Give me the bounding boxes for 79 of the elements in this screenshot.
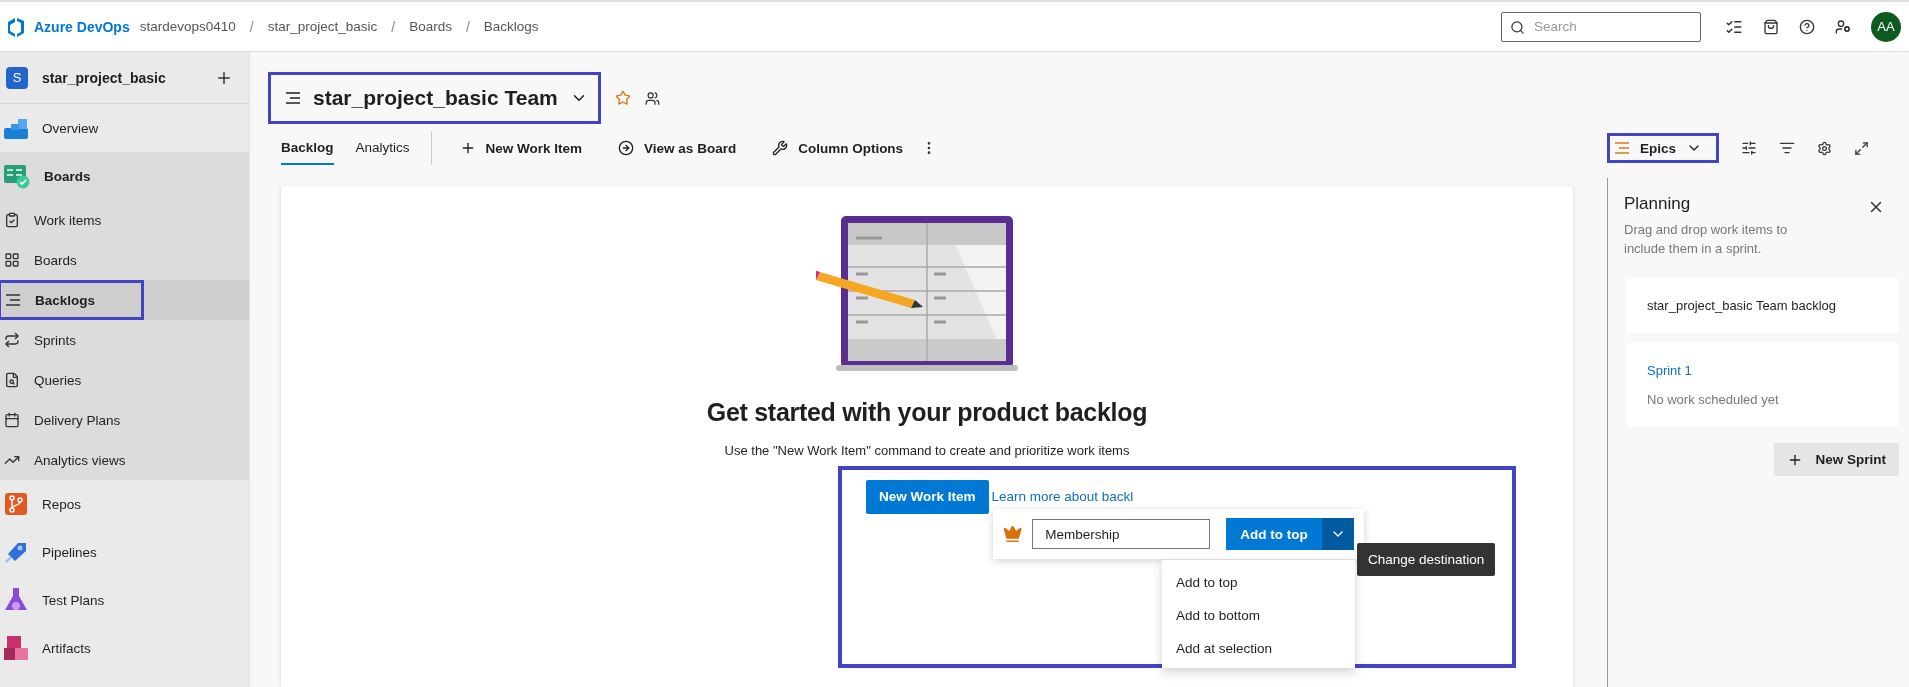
branch-icon [4, 492, 28, 516]
rocket-icon [4, 540, 28, 564]
nav-item[interactable]: Pipelines [0, 528, 249, 576]
nav-item[interactable]: Work items [0, 200, 249, 240]
flask-icon [4, 587, 28, 613]
nav-item[interactable]: Test Plans [0, 576, 249, 624]
nav-item[interactable]: Analytics views [0, 440, 249, 480]
bag-icon[interactable] [1763, 18, 1779, 35]
product-name[interactable]: Azure DevOps [34, 18, 130, 35]
menu-item[interactable]: Add to top [1162, 566, 1355, 599]
destination-dropdown-button[interactable] [1321, 518, 1354, 550]
wrench-icon [772, 140, 789, 156]
toolbar-button[interactable]: View as Board [600, 134, 755, 162]
toolbar-button[interactable]: Column Options [754, 134, 922, 162]
team-selector[interactable]: star_project_basic Team [268, 72, 601, 124]
list-icon [1613, 141, 1630, 155]
tab[interactable]: Analytics [355, 131, 410, 165]
nav-item[interactable]: Delivery Plans [0, 400, 249, 440]
sliders-icon[interactable] [1741, 140, 1757, 156]
new-work-item-button[interactable]: New Work Item [866, 479, 989, 514]
nav-item[interactable]: Sprints [0, 320, 249, 360]
new-sprint-button[interactable]: New Sprint [1774, 443, 1899, 476]
empty-state-heading: Get started with your product backlog [706, 398, 1148, 427]
crown-icon [1003, 524, 1023, 544]
expand-icon[interactable] [1854, 140, 1869, 156]
package-icon [4, 635, 28, 661]
panel-title: Planning [1624, 194, 1691, 214]
breadcrumb-link[interactable]: Backlogs [483, 19, 539, 34]
sprint-card[interactable]: Sprint 1 No work scheduled yet [1626, 343, 1899, 427]
sprint-status: No work scheduled yet [1647, 392, 1780, 407]
team-members-icon[interactable] [644, 90, 660, 106]
help-icon[interactable] [1799, 18, 1815, 35]
grid-icon [4, 252, 20, 268]
nav-item[interactable]: Boards [0, 240, 249, 280]
file-search-icon [4, 372, 20, 388]
filter-icon[interactable] [1779, 140, 1795, 156]
learn-more-link[interactable]: Learn more about backl [991, 489, 1134, 504]
settings-icon[interactable] [1817, 140, 1832, 156]
nav-item[interactable]: Backlogs [0, 280, 249, 320]
backlog-level-dropdown[interactable]: Epics [1606, 133, 1719, 163]
project-badge: S [6, 66, 28, 89]
tooltip: Change destination [1357, 543, 1496, 576]
breadcrumb-separator: / [249, 18, 254, 35]
backlog-target-card[interactable]: star_project_basic Team backlog [1626, 278, 1899, 333]
breadcrumb-separator: / [391, 18, 396, 35]
list-icon [285, 91, 301, 105]
logo-icon [6, 16, 26, 37]
nav-item[interactable]: Artifacts [0, 624, 249, 672]
list-icon [5, 293, 21, 307]
search-field[interactable]: Search [1501, 11, 1701, 42]
breadcrumb-separator: / [465, 18, 470, 35]
nav-item[interactable]: Queries [0, 360, 249, 400]
title-input[interactable]: Membership [1032, 519, 1211, 549]
search-icon [1510, 19, 1525, 35]
toolbar-button[interactable]: New Work Item [441, 134, 601, 162]
user-settings-icon[interactable] [1835, 18, 1851, 35]
board-check-icon [4, 163, 30, 189]
nav-item[interactable]: Repos [0, 480, 249, 528]
menu-item[interactable]: Add at selection [1162, 632, 1355, 665]
empty-state-description: Use the "New Work Item" command to create and prioritize work items [724, 443, 1130, 458]
breadcrumb-link[interactable]: Boards [409, 19, 452, 34]
panel-description: Drag and drop work items to include them in a sprint. [1624, 221, 1789, 258]
project-name[interactable]: star_project_basic [42, 69, 215, 86]
sprint-link[interactable]: Sprint 1 [1647, 363, 1878, 378]
breadcrumb-link[interactable]: stardevops0410 [139, 19, 236, 34]
arrow-circle-icon [618, 140, 635, 156]
user-avatar[interactable]: AA [1871, 11, 1901, 42]
tab[interactable]: Backlog [281, 131, 334, 165]
calendar-icon [4, 412, 20, 428]
nav-item[interactable]: Boards [0, 152, 249, 200]
breadcrumb-link[interactable]: star_project_basic [267, 19, 378, 34]
repeat-icon [4, 332, 20, 348]
add-button[interactable]: Add to top [1226, 518, 1322, 550]
backlog-name: star_project_basic Team backlog [1647, 298, 1837, 313]
favorite-icon[interactable] [614, 90, 631, 106]
menu-item[interactable]: Add to bottom [1162, 599, 1355, 632]
nav-item[interactable]: Overview [0, 104, 249, 152]
clipboard-icon [4, 212, 20, 228]
dashboard-icon [4, 116, 28, 140]
